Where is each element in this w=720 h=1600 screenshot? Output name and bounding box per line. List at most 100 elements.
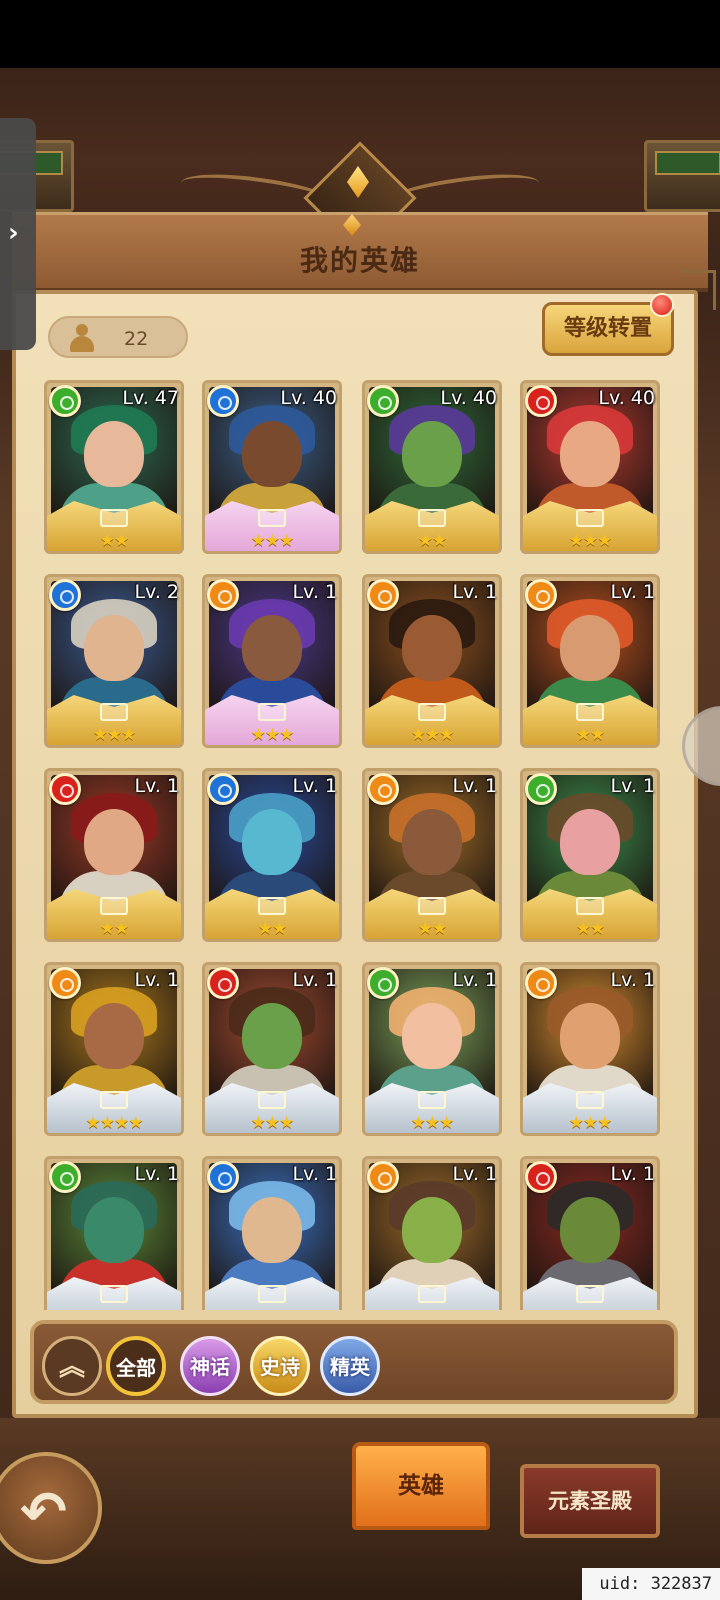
light-element-icon xyxy=(367,773,399,805)
hero-level: Lv. 1 xyxy=(134,775,179,797)
hero-card[interactable]: ★★ Lv. 1 xyxy=(520,768,660,942)
rank-emblem-icon xyxy=(258,1091,286,1109)
rank-emblem-icon xyxy=(258,703,286,721)
hero-card[interactable]: ★★★ Lv. 40 xyxy=(202,380,342,554)
hero-card[interactable]: ★★ Lv. 1 xyxy=(44,768,184,942)
filter-elite-button[interactable]: 精英 xyxy=(320,1336,380,1396)
tab-heroes[interactable]: 英雄 xyxy=(352,1442,490,1530)
hero-card[interactable]: Lv. 1 xyxy=(362,1156,502,1310)
hero-level: Lv. 1 xyxy=(610,775,655,797)
hero-card[interactable]: Lv. 1 xyxy=(44,1156,184,1310)
hero-card[interactable]: ★★★ Lv. 1 xyxy=(202,574,342,748)
rank-emblem-icon xyxy=(100,1285,128,1303)
hero-level: Lv. 40 xyxy=(598,387,655,409)
hero-card[interactable]: ★★★ Lv. 2 xyxy=(44,574,184,748)
star-rating: ★★★ xyxy=(250,725,295,745)
hero-count-badge: 22 xyxy=(48,316,188,358)
hero-card[interactable]: Lv. 1 xyxy=(202,1156,342,1310)
hero-level: Lv. 1 xyxy=(134,1163,179,1185)
hero-level: Lv. 1 xyxy=(452,581,497,603)
rank-emblem-icon xyxy=(100,1091,128,1109)
rank-emblem-icon xyxy=(576,897,604,915)
fire-element-icon xyxy=(525,1161,557,1193)
hero-level: Lv. 1 xyxy=(452,969,497,991)
page-title: 我的英雄 xyxy=(299,244,420,277)
hero-card[interactable]: ★★ Lv. 1 xyxy=(520,574,660,748)
hero-level: Lv. 2 xyxy=(134,581,179,603)
hero-card[interactable]: ★★★ Lv. 1 xyxy=(362,574,502,748)
notification-dot-icon xyxy=(650,293,674,317)
hero-card[interactable]: ★★★ Lv. 1 xyxy=(202,962,342,1136)
hero-level: Lv. 1 xyxy=(292,969,337,991)
star-rating: ★★ xyxy=(575,919,605,939)
rank-emblem-icon xyxy=(418,897,446,915)
hero-card[interactable]: ★★★ Lv. 1 xyxy=(362,962,502,1136)
hero-count-value: 22 xyxy=(124,328,149,350)
filter-mythic-button[interactable]: 神话 xyxy=(180,1336,240,1396)
tab-element-temple[interactable]: 元素圣殿 xyxy=(520,1464,660,1538)
rank-emblem-icon xyxy=(258,509,286,527)
fire-element-icon xyxy=(525,385,557,417)
rank-emblem-icon xyxy=(576,509,604,527)
hero-card[interactable]: Lv. 1 xyxy=(520,1156,660,1310)
hero-level: Lv. 40 xyxy=(280,387,337,409)
light-element-icon xyxy=(525,967,557,999)
star-rating: ★★★★ xyxy=(85,1113,144,1133)
side-drawer-tab[interactable]: › xyxy=(0,118,36,350)
rank-emblem-icon xyxy=(258,897,286,915)
star-rating: ★★★ xyxy=(250,531,295,551)
hero-level: Lv. 1 xyxy=(292,1163,337,1185)
fire-element-icon xyxy=(49,773,81,805)
hero-card[interactable]: ★★ Lv. 1 xyxy=(362,768,502,942)
uid-label: uid: 322837 xyxy=(582,1568,720,1600)
nature-element-icon xyxy=(49,1161,81,1193)
star-rating: ★★ xyxy=(99,531,129,551)
nature-element-icon xyxy=(525,773,557,805)
person-icon xyxy=(68,324,96,352)
rank-emblem-icon xyxy=(100,703,128,721)
filter-epic-button[interactable]: 史诗 xyxy=(250,1336,310,1396)
panel-corner-decoration xyxy=(682,270,716,310)
rank-emblem-icon xyxy=(100,897,128,915)
back-arrow-icon: ↶ xyxy=(20,1480,67,1545)
hero-card[interactable]: ★★★ Lv. 40 xyxy=(520,380,660,554)
hero-card[interactable]: ★★★★ Lv. 1 xyxy=(44,962,184,1136)
rank-emblem-icon xyxy=(576,1091,604,1109)
light-element-icon xyxy=(367,579,399,611)
rank-emblem-icon xyxy=(418,509,446,527)
rank-emblem-icon xyxy=(258,1285,286,1303)
hero-level: Lv. 1 xyxy=(610,1163,655,1185)
hero-card[interactable]: ★★ Lv. 1 xyxy=(202,768,342,942)
collapse-chevron-up-icon[interactable]: ︽ xyxy=(42,1336,102,1396)
hero-level: Lv. 1 xyxy=(610,969,655,991)
filter-bar: ︽ 全部 神话 史诗 精英 xyxy=(30,1320,678,1404)
hero-card[interactable]: ★★★ Lv. 1 xyxy=(520,962,660,1136)
star-rating: ★★★ xyxy=(410,1113,455,1133)
rank-emblem-icon xyxy=(576,1285,604,1303)
rank-emblem-icon xyxy=(576,703,604,721)
rank-emblem-icon xyxy=(418,1091,446,1109)
star-rating: ★★★ xyxy=(250,1113,295,1133)
hero-level: Lv. 1 xyxy=(452,775,497,797)
light-element-icon xyxy=(49,967,81,999)
nature-element-icon xyxy=(367,385,399,417)
hero-level: Lv. 40 xyxy=(440,387,497,409)
fire-element-icon xyxy=(207,967,239,999)
star-rating: ★★★ xyxy=(568,1113,613,1133)
hero-level: Lv. 1 xyxy=(134,969,179,991)
hero-level: Lv. 47 xyxy=(122,387,179,409)
light-element-icon xyxy=(367,1161,399,1193)
filter-all-button[interactable]: 全部 xyxy=(106,1336,166,1396)
nature-element-icon xyxy=(367,967,399,999)
hero-grid[interactable]: ★★ Lv. 47 ★★★ Lv. 40 ★★ Lv. 40 ★★★ Lv. 40 ★★★ Lv.… xyxy=(44,380,664,1310)
water-element-icon xyxy=(49,579,81,611)
status-bar-area xyxy=(0,0,720,68)
water-element-icon xyxy=(207,773,239,805)
chevron-right-icon: › xyxy=(8,218,19,248)
water-element-icon xyxy=(207,385,239,417)
hero-level: Lv. 1 xyxy=(292,581,337,603)
hero-card[interactable]: ★★ Lv. 40 xyxy=(362,380,502,554)
right-pillar-decoration xyxy=(644,140,720,212)
hero-card[interactable]: ★★ Lv. 47 xyxy=(44,380,184,554)
rank-emblem-icon xyxy=(418,703,446,721)
